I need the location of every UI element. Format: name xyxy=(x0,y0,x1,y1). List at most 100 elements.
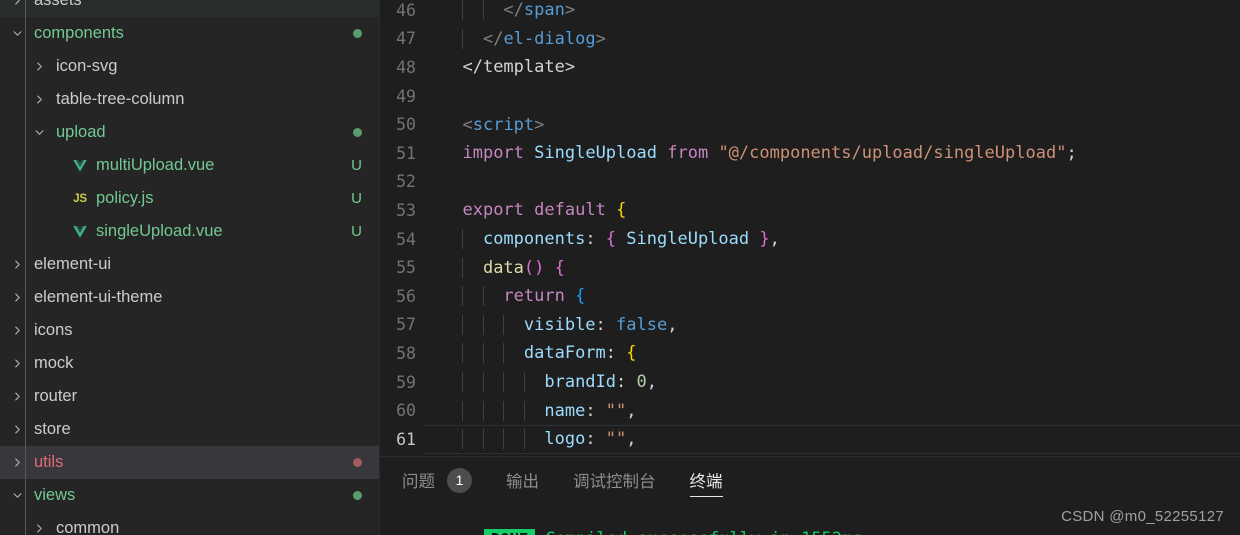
tree-item-assets[interactable]: assets xyxy=(0,0,380,17)
indent-guide xyxy=(462,314,464,335)
chevron-down-icon[interactable] xyxy=(8,25,26,43)
panel-tab-调试控制台[interactable]: 调试控制台 xyxy=(573,457,656,505)
code-token: { xyxy=(605,229,617,250)
code-line[interactable]: 50 <script> xyxy=(380,110,1240,139)
line-number: 54 xyxy=(396,229,416,249)
code-token: : xyxy=(585,400,606,421)
tree-item-policy-js[interactable]: JS policy.js U xyxy=(0,182,380,215)
code-token: el-dialog xyxy=(503,28,596,49)
line-number: 49 xyxy=(396,86,416,106)
code-line[interactable]: 59 brandId: 0, xyxy=(380,368,1240,397)
line-number: 56 xyxy=(396,286,416,306)
git-status-dot xyxy=(353,29,362,38)
code-line[interactable]: 56 return { xyxy=(380,282,1240,311)
file-tree[interactable]: assets components icon-svg table-tree-colum… xyxy=(0,0,380,535)
code-line[interactable]: 47 </el-dialog> xyxy=(380,25,1240,54)
tree-item-label: router xyxy=(34,387,78,405)
panel-tab-输出[interactable]: 输出 xyxy=(506,457,539,505)
code-line[interactable]: 57 visible: false, xyxy=(380,311,1240,340)
indent-guide xyxy=(462,0,464,21)
code-token: , xyxy=(626,429,637,450)
code-token: </ xyxy=(482,28,504,49)
chevron-right-icon[interactable] xyxy=(30,520,48,535)
code-content: visible: false, xyxy=(442,314,1240,335)
code-token: { xyxy=(616,200,627,221)
line-number: 48 xyxy=(396,57,416,77)
code-line[interactable]: 46 </span> xyxy=(380,0,1240,25)
tree-item-utils[interactable]: utils xyxy=(0,446,380,479)
tree-item-components[interactable]: components xyxy=(0,17,380,50)
panel-tab-label: 终端 xyxy=(689,473,723,491)
line-number: 53 xyxy=(396,200,416,220)
code-token: , xyxy=(769,229,780,250)
code-line[interactable]: 58 dataForm: { xyxy=(380,339,1240,368)
code-token: { xyxy=(554,257,565,278)
code-line[interactable]: 60 name: "", xyxy=(380,396,1240,425)
code-token: logo xyxy=(544,429,586,450)
indent-guide xyxy=(523,400,525,421)
code-token: : xyxy=(585,429,606,450)
tree-item-element-ui[interactable]: element-ui xyxy=(0,248,380,281)
git-status-letter: U xyxy=(351,157,362,174)
chevron-down-icon[interactable] xyxy=(30,124,48,142)
chevron-right-icon[interactable] xyxy=(8,322,26,340)
code-token: 0 xyxy=(636,372,647,393)
git-status-dot xyxy=(353,458,362,467)
code-line[interactable]: 61 logo: "", xyxy=(380,424,1240,454)
code-line[interactable]: 51 import SingleUpload from "@/component… xyxy=(380,139,1240,168)
tree-item-singleupload-vue[interactable]: singleUpload.vue U xyxy=(0,215,380,248)
chevron-right-icon[interactable] xyxy=(8,355,26,373)
chevron-right-icon[interactable] xyxy=(8,0,26,10)
code-token: name xyxy=(544,400,586,421)
chevron-right-icon[interactable] xyxy=(8,454,26,472)
chevron-right-icon[interactable] xyxy=(30,91,48,109)
code-token: "" xyxy=(605,400,627,421)
chevron-right-icon[interactable] xyxy=(8,388,26,406)
code-token: brandId xyxy=(544,372,617,393)
panel-tab-终端[interactable]: 终端 xyxy=(689,457,723,505)
line-number: 58 xyxy=(396,343,416,363)
chevron-right-icon[interactable] xyxy=(8,421,26,439)
tree-item-icons[interactable]: icons xyxy=(0,314,380,347)
tree-item-label: element-ui-theme xyxy=(34,288,163,306)
code-line[interactable]: 52 xyxy=(380,168,1240,197)
tree-item-multiupload-vue[interactable]: multiUpload.vue U xyxy=(0,149,380,182)
tree-item-table-tree-column[interactable]: table-tree-column xyxy=(0,83,380,116)
indent-guide xyxy=(503,429,505,450)
tree-item-upload[interactable]: upload xyxy=(0,116,380,149)
code-line[interactable]: 53 export default { xyxy=(380,196,1240,225)
code-editor[interactable]: 46 </span> 47 </el-dialog> 48 </template> 4… xyxy=(380,0,1240,456)
chevron-down-icon[interactable] xyxy=(8,487,26,505)
panel-tab-问题[interactable]: 问题 1 xyxy=(402,457,472,505)
tree-item-common[interactable]: common xyxy=(0,512,380,535)
panel-tab-bar[interactable]: 问题 1 输出 调试控制台 终端 xyxy=(380,457,1240,505)
code-line[interactable]: 54 components: { SingleUpload }, xyxy=(380,225,1240,254)
code-line[interactable]: 48 </template> xyxy=(380,53,1240,82)
git-status-letter: U xyxy=(351,190,362,207)
chevron-right-icon[interactable] xyxy=(30,58,48,76)
panel-tab-label: 输出 xyxy=(506,473,539,491)
tree-item-router[interactable]: router xyxy=(0,380,380,413)
indent-guide xyxy=(482,286,484,307)
chevron-right-icon[interactable] xyxy=(8,256,26,274)
indent-guide xyxy=(462,429,464,450)
chevron-right-icon[interactable] xyxy=(8,289,26,307)
indent-guide xyxy=(462,343,464,364)
code-token: visible xyxy=(523,314,596,335)
code-line[interactable]: 55 data() { xyxy=(380,253,1240,282)
tree-item-views[interactable]: views xyxy=(0,479,380,512)
code-token: components xyxy=(482,229,586,250)
tree-item-mock[interactable]: mock xyxy=(0,347,380,380)
tree-item-icon-svg[interactable]: icon-svg xyxy=(0,50,380,83)
tree-item-store[interactable]: store xyxy=(0,413,380,446)
code-line[interactable]: 49 xyxy=(380,82,1240,111)
indent-guide xyxy=(523,429,525,450)
tree-item-element-ui-theme[interactable]: element-ui-theme xyxy=(0,281,380,314)
indent-guide xyxy=(462,257,464,278)
